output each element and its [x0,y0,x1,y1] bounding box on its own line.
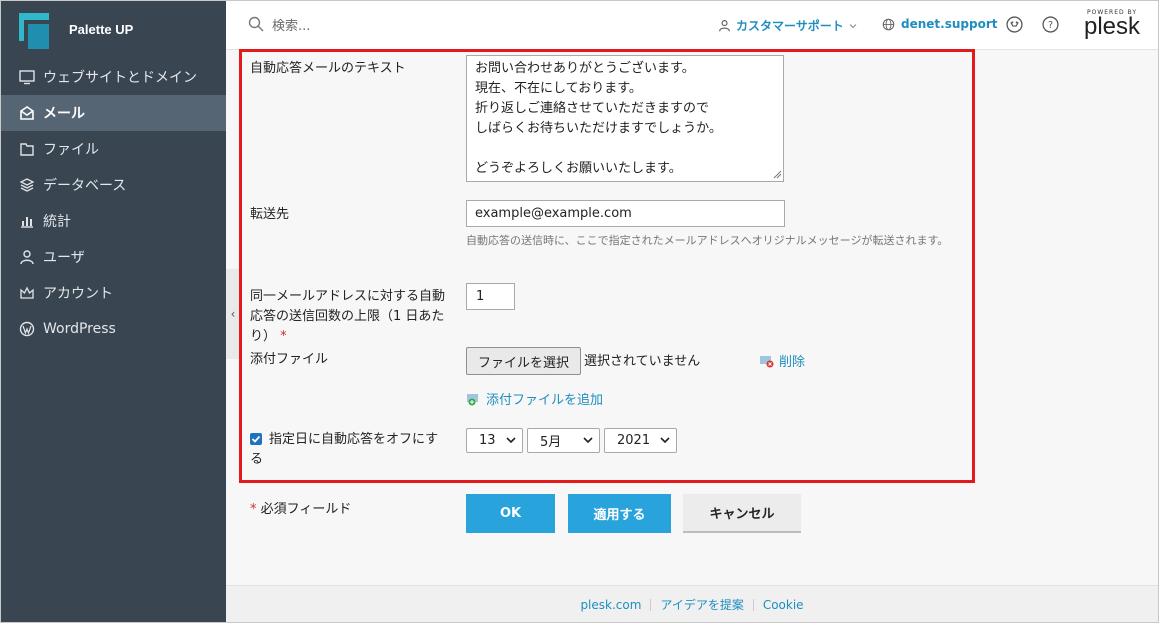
year-select[interactable]: 2021 [604,428,677,453]
help-icon[interactable]: ? [1042,16,1059,33]
required-note-text: 必須フィールド [260,502,352,517]
plesk-wordmark: plesk [1083,13,1141,40]
required-star: * [280,329,287,344]
plesk-logo: POWERED BY plesk [1076,9,1148,40]
forward-label: 転送先 [250,207,290,222]
delete-file-icon [760,355,774,367]
sidebar-item-mail[interactable]: メール [1,95,226,131]
sidebar-item-label: ウェブサイトとドメイン [43,70,197,86]
resize-grip-icon[interactable] [772,169,782,179]
chevron-down-icon [849,23,857,28]
footer-link-cookie[interactable]: Cookie [754,598,813,612]
brand-name: Palette UP [69,22,134,37]
sidebar-item-label: アカウント [43,286,113,302]
autoreply-textarea[interactable]: お問い合わせありがとうございます。 現在、不在にしております。 折り返しご連絡さ… [466,55,784,182]
folder-icon [18,140,36,158]
checkmark-icon [251,435,261,443]
domain-label: denet.support [901,17,998,31]
sidebar-item-label: データベース [43,178,127,194]
required-star: * [250,502,257,517]
choose-file-button[interactable]: ファイルを選択 [466,347,581,375]
sidebar-item-account[interactable]: アカウント [1,275,226,311]
top-header: カスタマーサポート denet.support ? POWERED BY ple… [226,1,1158,50]
month-value: 5月 [540,435,562,450]
limit-label: 同一メールアドレスに対する自動応答の送信回数の上限（1 日あたり） * [250,287,455,347]
ok-button[interactable]: OK [466,494,555,533]
customer-support-menu[interactable]: カスタマーサポート [718,17,857,34]
monitor-icon [18,68,36,86]
sidebar-item-label: ファイル [43,142,99,158]
sidebar-item-wordpress[interactable]: WordPress [1,311,226,347]
svg-text:?: ? [1048,20,1053,31]
chevron-down-icon [583,437,593,444]
avatar-icon[interactable] [1006,16,1023,33]
apply-button[interactable]: 適用する [568,494,671,533]
autoreply-line: どうぞよろしくお願いいたします。 [475,161,682,176]
disable-date-checkbox[interactable] [250,433,262,445]
brand[interactable]: Palette UP [1,1,226,59]
sidebar-item-websites[interactable]: ウェブサイトとドメイン [1,59,226,95]
add-attachment-label: 添付ファイルを追加 [486,393,604,408]
database-icon [18,176,36,194]
autoreply-line: しばらくお待ちいただけますでしょうか。 [475,121,722,136]
required-fields-note: * 必須フィールド [250,498,351,517]
sidebar-item-databases[interactable]: データベース [1,167,226,203]
support-label: カスタマーサポート [736,19,844,33]
wordpress-icon [18,320,36,338]
user-icon [18,248,36,266]
chevron-down-icon [660,437,670,444]
sidebar-item-label: 統計 [43,214,71,230]
sidebar-item-users[interactable]: ユーザ [1,239,226,275]
sidebar: Palette UP ウェブサイトとドメイン メール ファイル データベース 統… [1,1,226,622]
sidebar-item-files[interactable]: ファイル [1,131,226,167]
user-icon [719,20,730,32]
search-icon [248,16,264,32]
cancel-button[interactable]: キャンセル [683,494,801,533]
day-select[interactable]: 13 [466,428,523,453]
attachment-label: 添付ファイル [250,352,329,367]
window-frame: Palette UP ウェブサイトとドメイン メール ファイル データベース 統… [0,0,1159,623]
palette-up-logo [19,13,49,49]
delete-label: 削除 [779,355,806,370]
sidebar-collapse-handle[interactable]: ‹ [226,269,240,359]
globe-icon [882,18,895,30]
send-limit-input[interactable]: 1 [466,283,515,310]
day-value: 13 [479,433,496,448]
sidebar-item-label: ユーザ [43,250,85,266]
footer: plesk.com アイデアを提案 Cookie [226,585,1158,622]
autoreply-line [475,139,775,159]
mail-icon [18,104,36,122]
autoreply-text-label: 自動応答メールのテキスト [250,61,406,76]
delete-attachment-link[interactable]: 削除 [759,351,805,370]
no-file-selected: 選択されていません [584,354,701,369]
sidebar-item-label: メール [43,106,85,122]
footer-link-plesk[interactable]: plesk.com [571,598,650,612]
footer-link-suggest-idea[interactable]: アイデアを提案 [651,596,752,613]
year-value: 2021 [617,433,651,448]
add-file-icon [467,393,478,405]
disable-date-label: 指定日に自動応答をオフにする [250,432,439,467]
sidebar-item-statistics[interactable]: 統計 [1,203,226,239]
chevron-left-icon: ‹ [230,307,236,321]
month-select[interactable]: 5月 [527,428,600,453]
domain-selector[interactable]: denet.support [882,17,997,31]
search-input[interactable] [270,13,554,39]
chevron-down-icon [506,437,516,444]
crown-icon [18,284,36,302]
forward-email-input[interactable]: example@example.com [466,200,785,227]
sidebar-item-label: WordPress [43,321,116,337]
add-attachment-link[interactable]: 添付ファイルを追加 [466,389,603,408]
autoreply-line: 現在、不在にしております。 [475,81,642,96]
autoreply-line: お問い合わせありがとうございます。 [475,61,695,76]
bar-chart-icon [18,212,36,230]
autoreply-line: 折り返しご連絡させていただきますので [475,101,710,116]
forward-hint: 自動応答の送信時に、ここで指定されたメールアドレスへオリジナルメッセージが転送さ… [466,234,949,247]
